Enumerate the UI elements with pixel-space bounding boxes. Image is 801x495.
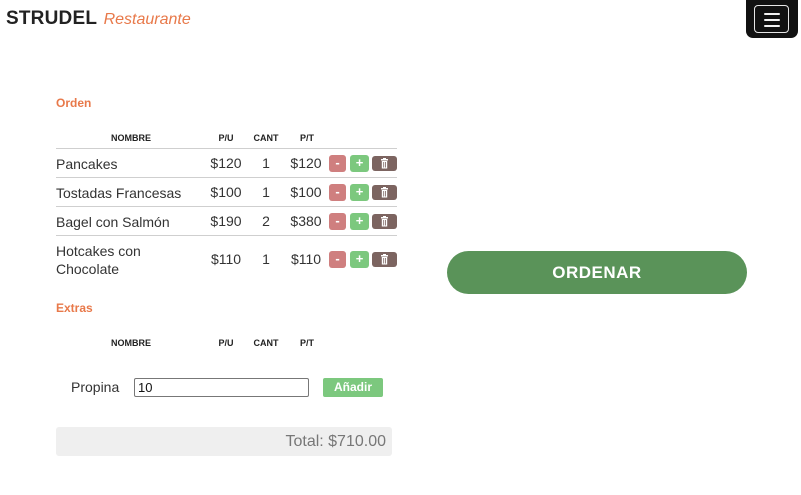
add-tip-button[interactable]: Añadir (323, 378, 383, 397)
item-quantity: 1 (262, 184, 270, 200)
decrease-quantity-button[interactable]: - (329, 184, 346, 201)
brand[interactable]: STRUDEL Restaurante (6, 8, 191, 30)
hamburger-menu-icon (754, 5, 789, 33)
menu-toggle-button[interactable] (746, 0, 798, 38)
item-unit-price: $120 (210, 155, 242, 171)
header-cant: CANT (253, 133, 279, 143)
table-row: Bagel con Salmón $190 2 $380 - + (56, 206, 397, 235)
propina-label: Propina (71, 379, 120, 395)
header-nombre: NOMBRE (111, 338, 151, 348)
item-unit-price: $190 (210, 213, 242, 229)
header-pu: P/U (218, 133, 234, 143)
navbar: STRUDEL Restaurante (0, 0, 801, 40)
item-quantity: 1 (262, 155, 270, 171)
decrease-quantity-button[interactable]: - (329, 213, 346, 230)
item-total-price: $120 (290, 155, 322, 171)
item-total-price: $380 (290, 213, 322, 229)
increase-quantity-button[interactable]: + (350, 184, 369, 201)
item-unit-price: $110 (210, 251, 242, 267)
table-row: Hotcakes con Chocolate $110 1 $110 - + (56, 235, 397, 283)
item-name: Tostadas Francesas (56, 185, 182, 201)
brand-subtitle: Restaurante (103, 11, 191, 28)
item-unit-price: $100 (210, 184, 242, 200)
delete-item-button[interactable] (372, 214, 397, 229)
decrease-quantity-button[interactable]: - (329, 251, 346, 268)
header-pu: P/U (218, 338, 234, 348)
total-amount: Total: $710.00 (285, 433, 386, 450)
trash-icon (381, 216, 388, 227)
item-name: Bagel con Salmón (56, 214, 170, 230)
trash-icon (381, 158, 388, 169)
item-name: Hotcakes con Chocolate (56, 243, 141, 277)
brand-name: STRUDEL (6, 8, 98, 29)
trash-icon (381, 187, 388, 198)
item-quantity: 2 (262, 213, 270, 229)
propina-input[interactable] (134, 378, 309, 397)
order-button[interactable]: ORDENAR (447, 251, 747, 294)
table-row: Tostadas Francesas $100 1 $100 - + (56, 177, 397, 206)
item-name: Pancakes (56, 156, 118, 172)
item-total-price: $100 (290, 184, 322, 200)
increase-quantity-button[interactable]: + (350, 155, 369, 172)
delete-item-button[interactable] (372, 185, 397, 200)
item-quantity: 1 (262, 251, 270, 267)
header-pt: P/T (299, 133, 314, 143)
orden-title: Orden (56, 96, 92, 110)
extras-title: Extras (56, 301, 93, 315)
header-cant: CANT (253, 338, 279, 348)
increase-quantity-button[interactable]: + (350, 251, 369, 268)
delete-item-button[interactable] (372, 156, 397, 171)
total-box: Total: $710.00 (56, 427, 392, 456)
increase-quantity-button[interactable]: + (350, 213, 369, 230)
decrease-quantity-button[interactable]: - (329, 155, 346, 172)
table-row: Pancakes $120 1 $120 - + (56, 148, 397, 177)
delete-item-button[interactable] (372, 252, 397, 267)
item-total-price: $110 (290, 251, 322, 267)
header-pt: P/T (299, 338, 314, 348)
header-nombre: NOMBRE (111, 133, 151, 143)
trash-icon (381, 254, 388, 265)
